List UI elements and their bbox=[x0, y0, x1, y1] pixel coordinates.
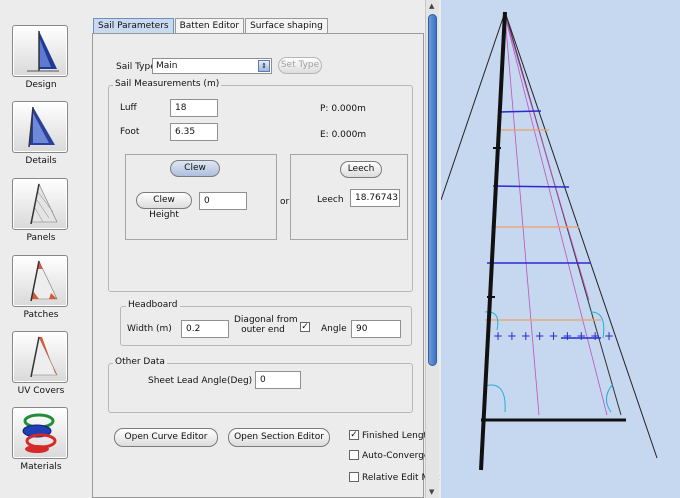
sail-details-icon bbox=[28, 106, 55, 148]
e-value-text: E: 0.000m bbox=[320, 130, 367, 140]
p-value-text: P: 0.000m bbox=[320, 104, 366, 114]
vertical-scrollbar[interactable]: ▲ ▼ bbox=[425, 0, 439, 498]
diagonal-label-line2: outer end bbox=[241, 325, 285, 335]
seam-line-1 bbox=[504, 15, 540, 416]
tab-content: Sail Type Main ⇕ Set Type Sail Measureme… bbox=[92, 33, 440, 498]
leech-input[interactable]: 18.76743 bbox=[350, 189, 400, 207]
luff-label: Luff bbox=[120, 103, 137, 113]
finished-lengths-checkbox[interactable]: ✓ bbox=[349, 430, 359, 440]
nav-details-label: Details bbox=[25, 156, 57, 166]
other-data-legend: Other Data bbox=[113, 357, 167, 367]
nav-design-label: Design bbox=[25, 80, 57, 90]
set-type-button[interactable]: Set Type bbox=[278, 57, 322, 74]
scroll-up-arrow-icon[interactable]: ▲ bbox=[429, 2, 434, 10]
open-section-editor-button[interactable]: Open Section Editor bbox=[228, 428, 330, 447]
auto-converge-checkbox[interactable] bbox=[349, 450, 359, 460]
relative-edit-checkbox[interactable] bbox=[349, 472, 359, 482]
tab-bar: Sail Parameters Batten Editor Surface sh… bbox=[93, 18, 329, 34]
patch-outline-3 bbox=[484, 384, 506, 413]
nav-panels-button[interactable]: Panels bbox=[8, 176, 76, 247]
auto-converge-label: Auto-Converge bbox=[362, 451, 430, 461]
clew-height-input[interactable]: 0 bbox=[199, 192, 247, 210]
leech-label: Leech bbox=[317, 195, 344, 205]
scroll-down-arrow-icon[interactable]: ▼ bbox=[429, 488, 434, 496]
sail-drawing: + + + + + + + + + bbox=[440, 11, 658, 471]
diagonal-checkbox[interactable]: ✓ bbox=[300, 322, 310, 332]
patch-outline-4 bbox=[606, 383, 614, 413]
nav-design-button[interactable]: Design bbox=[8, 23, 76, 94]
diagonal-label-line1: Diagonal from bbox=[234, 315, 298, 325]
sail-design-icon bbox=[27, 31, 59, 72]
forestay-line bbox=[504, 11, 658, 459]
sail-3d-view[interactable]: + + + + + + + + + bbox=[440, 0, 680, 498]
nav-uv-covers-button[interactable]: UV Covers bbox=[8, 329, 76, 400]
clew-button[interactable]: Clew bbox=[170, 160, 220, 177]
nav-materials-label: Materials bbox=[20, 462, 62, 472]
materials-icon bbox=[22, 413, 57, 453]
sail-measurements-legend: Sail Measurements (m) bbox=[113, 79, 222, 89]
open-curve-editor-button[interactable]: Open Curve Editor bbox=[114, 428, 218, 447]
headboard-width-input[interactable]: 0.2 bbox=[181, 320, 229, 338]
left-toolbar: Design Details Panels Patches UV Covers … bbox=[0, 0, 88, 498]
nav-patches-button[interactable]: Patches bbox=[8, 253, 76, 324]
seam-line-3 bbox=[504, 15, 590, 301]
sail-type-label: Sail Type bbox=[116, 62, 156, 72]
mast-line bbox=[479, 11, 507, 471]
headboard-width-label: Width (m) bbox=[127, 324, 172, 334]
foot-label: Foot bbox=[120, 127, 140, 137]
sail-parameters-panel: Sail Parameters Batten Editor Surface sh… bbox=[88, 0, 440, 498]
dropdown-arrows-icon: ⇕ bbox=[258, 60, 270, 72]
leech-button[interactable]: Leech bbox=[340, 161, 382, 178]
nav-patches-label: Patches bbox=[23, 310, 59, 320]
nav-uv-covers-label: UV Covers bbox=[17, 386, 65, 396]
or-text: or bbox=[280, 197, 290, 207]
sail-patches-icon bbox=[30, 260, 58, 302]
sail-type-select[interactable]: Main ⇕ bbox=[152, 58, 272, 74]
tab-batten-editor[interactable]: Batten Editor bbox=[174, 18, 245, 34]
nav-panels-label: Panels bbox=[26, 233, 56, 243]
clew-height-button[interactable]: Clew Height bbox=[136, 192, 192, 220]
batten-1 bbox=[498, 110, 542, 113]
batten-2 bbox=[492, 185, 570, 188]
tab-sail-parameters[interactable]: Sail Parameters bbox=[93, 18, 174, 34]
sail-type-value: Main bbox=[156, 61, 178, 71]
sail-panels-icon bbox=[30, 183, 58, 225]
seam-line-2 bbox=[504, 15, 608, 416]
foot-input[interactable]: 6.35 bbox=[170, 123, 218, 141]
nav-materials-button[interactable]: Materials bbox=[8, 405, 76, 476]
tab-surface-shaping[interactable]: Surface shaping bbox=[245, 18, 328, 34]
luff-input[interactable]: 18 bbox=[170, 99, 218, 117]
batten-plus-markers: + + + + + + + + + bbox=[493, 329, 614, 343]
nav-details-button[interactable]: Details bbox=[8, 99, 76, 170]
headboard-legend: Headboard bbox=[126, 300, 180, 310]
sheet-lead-angle-input[interactable]: 0 bbox=[255, 371, 301, 389]
sheet-lead-angle-label: Sheet Lead Angle(Deg) bbox=[148, 376, 253, 386]
sail-uv-covers-icon bbox=[30, 336, 58, 378]
angle-input[interactable]: 90 bbox=[351, 320, 401, 338]
angle-label: Angle bbox=[321, 324, 347, 334]
scrollbar-thumb[interactable] bbox=[428, 14, 437, 366]
